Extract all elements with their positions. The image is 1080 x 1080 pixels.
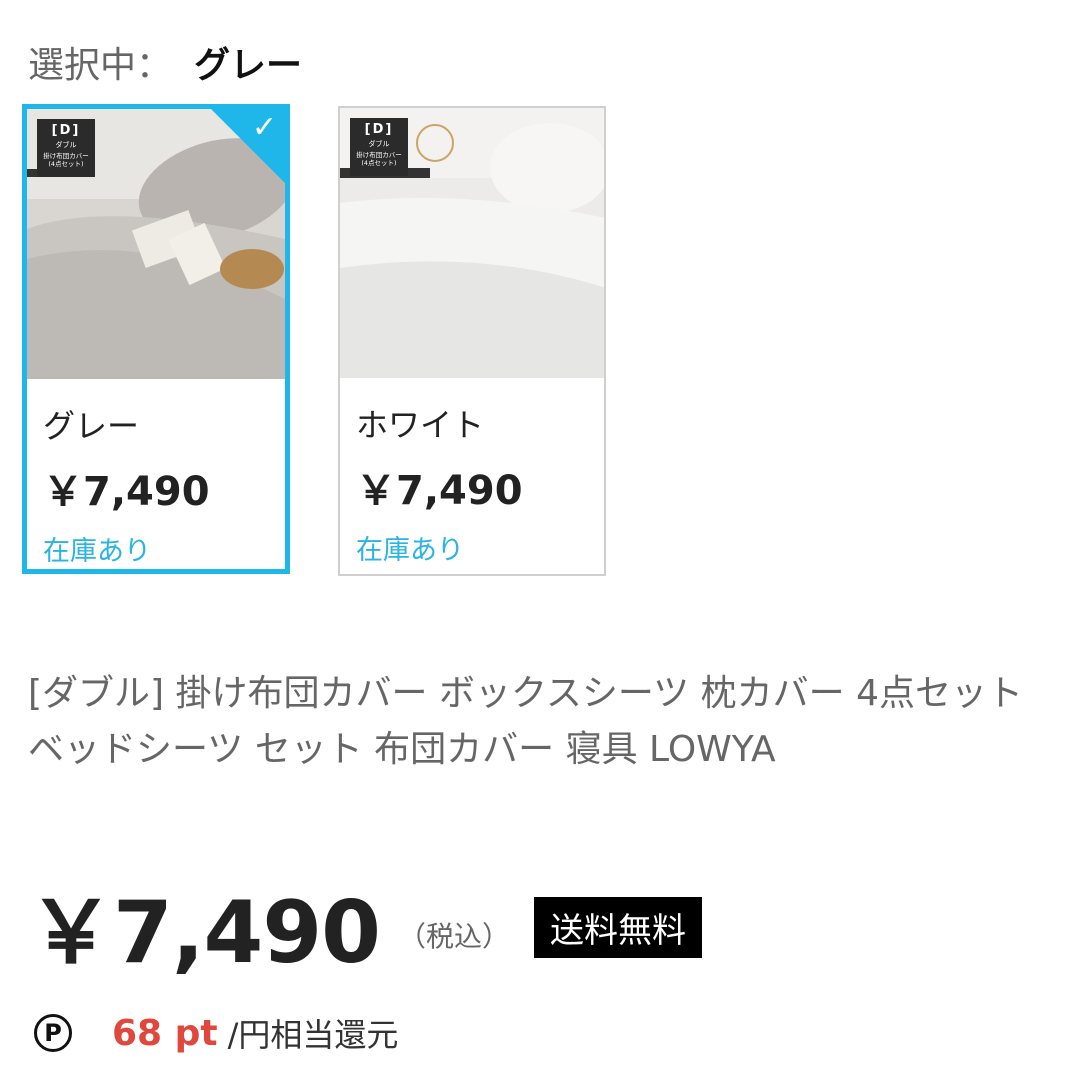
points-icon: P	[34, 1014, 72, 1052]
badge-size: [D]	[51, 123, 81, 138]
selected-value: グレー	[194, 45, 303, 86]
product-title: [ダブル] 掛け布団カバー ボックスシーツ 枕カバー 4点セット ベッドシーツ …	[28, 673, 1023, 770]
check-icon: ✓	[251, 110, 277, 145]
tax-note: （税込）	[398, 919, 511, 953]
badge-product: 掛け布団カバー (4点セット)	[43, 152, 89, 168]
product-price: ￥7,490	[28, 883, 381, 983]
points-amount: 68 pt	[112, 1012, 218, 1054]
badge-product: 掛け布団カバー (4点セット)	[356, 151, 402, 167]
variant-stock: 在庫あり	[43, 536, 151, 567]
variant-photo-gray: [D] ダブル 掛け布団カバー (4点セット) ✓	[27, 109, 285, 379]
variant-photo-white: [D] ダブル 掛け布団カバー (4点セット)	[340, 108, 604, 378]
variant-price: ￥7,490	[356, 468, 523, 514]
selected-prefix: 選択中：	[28, 45, 173, 86]
size-badge: [D] ダブル 掛け布団カバー (4点セット)	[37, 119, 95, 177]
badge-size: [D]	[364, 122, 394, 137]
points-row: P 68 pt /円相当還元	[34, 1010, 398, 1056]
variant-name: ホワイト	[356, 406, 485, 444]
points-suffix: /円相当還元	[227, 1016, 399, 1054]
size-badge: [D] ダブル 掛け布団カバー (4点セット)	[350, 118, 408, 176]
price-row: ￥7,490 （税込） 送料無料	[28, 862, 703, 987]
variant-price: ￥7,490	[43, 469, 210, 515]
variant-stock: 在庫あり	[356, 535, 464, 566]
variant-card-gray[interactable]: [D] ダブル 掛け布団カバー (4点セット) ✓ グレー ￥7,490 在庫あ…	[22, 104, 290, 574]
free-shipping-badge: 送料無料	[534, 897, 703, 958]
badge-size-name: ダブル	[55, 141, 77, 149]
selected-variant-label: 選択中： グレー	[28, 36, 302, 88]
variant-card-white[interactable]: [D] ダブル 掛け布団カバー (4点セット) ホワイト ￥7,490 在庫あり	[338, 106, 606, 576]
variant-name: グレー	[43, 407, 140, 445]
badge-size-name: ダブル	[368, 140, 390, 148]
